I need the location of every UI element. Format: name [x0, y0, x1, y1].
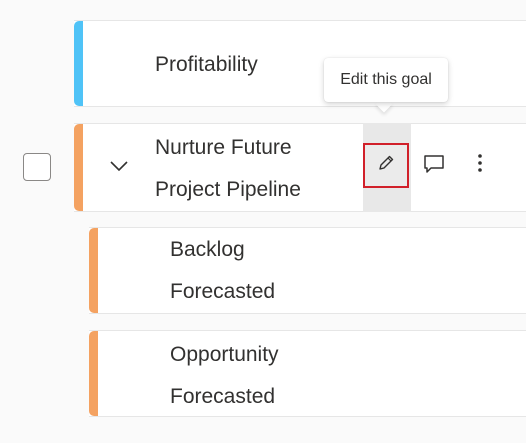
more-vertical-icon — [477, 153, 483, 178]
goal-card-backlog-forecasted[interactable]: Backlog Forecasted — [89, 227, 526, 314]
goal-card-profitability[interactable]: Profitability — [74, 20, 526, 107]
comment-button[interactable] — [420, 152, 448, 180]
chevron-down-icon[interactable] — [107, 156, 131, 176]
goal-title: Backlog Forecasted — [170, 238, 276, 303]
goal-accent-bar — [74, 21, 83, 106]
pencil-icon — [376, 153, 396, 178]
more-options-button[interactable] — [468, 150, 492, 180]
goal-title: Opportunity Forecasted — [170, 343, 279, 408]
tooltip-text: Edit this goal — [340, 71, 432, 88]
goal-title: Profitability — [155, 53, 258, 76]
goal-accent-bar — [89, 228, 98, 313]
goal-card-opportunity-forecasted[interactable]: Opportunity Forecasted — [89, 330, 526, 417]
goal-select-checkbox[interactable] — [23, 153, 51, 181]
edit-goal-button[interactable] — [363, 143, 409, 188]
goal-accent-bar — [74, 124, 83, 211]
goal-card-nurture-future[interactable]: Nurture Future Project Pipeline — [74, 123, 526, 212]
comment-icon — [422, 153, 446, 180]
goal-title: Nurture Future Project Pipeline — [155, 136, 301, 201]
goal-accent-bar — [89, 331, 98, 416]
edit-goal-tooltip: Edit this goal — [324, 58, 448, 102]
